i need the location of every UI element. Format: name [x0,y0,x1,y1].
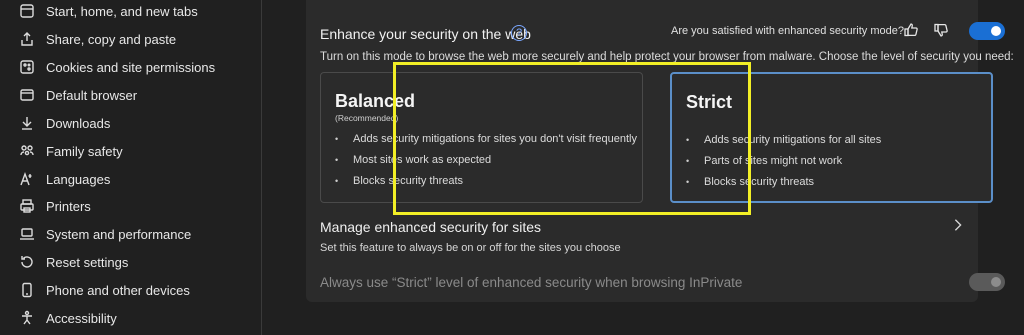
sidebar-item-downloads[interactable]: Downloads [0,110,260,136]
browser-icon [18,86,36,104]
thumbs-down-icon[interactable] [933,22,951,40]
sidebar-item-printers[interactable]: Printers [0,193,260,219]
manage-sites-title[interactable]: Manage enhanced security for sites [320,219,541,235]
help-icon[interactable]: ? [511,25,527,41]
sidebar-item-label: Start, home, and new tabs [46,3,198,19]
strict-highlight-box [393,62,751,215]
toggle-knob [991,277,1001,287]
feedback-question: Are you satisfied with enhanced security… [671,25,904,37]
sidebar-item-label: Phone and other devices [46,282,190,298]
sidebar-item-accessibility[interactable]: Accessibility [0,305,260,331]
toggle-knob [991,26,1001,36]
sidebar-item-share-copy-paste[interactable]: Share, copy and paste [0,26,260,52]
sidebar-item-cookies[interactable]: Cookies and site permissions [0,54,260,80]
phone-icon [18,281,36,299]
sidebar-item-label: Share, copy and paste [46,31,177,47]
family-icon [18,142,36,160]
sidebar-item-label: Printers [46,198,91,214]
sidebar-item-label: Languages [46,171,111,187]
sidebar-item-label: Accessibility [46,310,117,326]
inprivate-strict-label: Always use “Strict” level of enhanced se… [320,275,743,290]
inprivate-strict-toggle[interactable] [969,273,1005,291]
home-tabs-icon [18,2,36,20]
sidebar-item-label: Cookies and site permissions [46,59,216,75]
sidebar-item-label: Downloads [46,115,111,131]
sidebar-item-default-browser[interactable]: Default browser [0,82,260,108]
sidebar-item-phone-devices[interactable]: Phone and other devices [0,277,260,303]
share-icon [18,30,36,48]
sidebar-item-label: Default browser [46,87,138,103]
reset-icon [18,253,36,271]
sidebar-item-label: Family safety [46,143,123,159]
sidebar-item-reset-settings[interactable]: Reset settings [0,249,260,275]
manage-sites-description: Set this feature to always be on or off … [320,242,621,254]
download-icon [18,114,36,132]
sidebar-item-family-safety[interactable]: Family safety [0,138,260,164]
mode-subtitle: (Recommended) [335,113,399,123]
languages-icon [18,170,36,188]
sidebar-item-system-performance[interactable]: System and performance [0,221,260,247]
sidebar-item-label: Reset settings [46,254,129,270]
printer-icon [18,197,36,215]
cookies-icon [18,58,36,76]
sidebar-item-label: System and performance [46,226,192,242]
accessibility-icon [18,309,36,327]
settings-sidebar: Start, home, and new tabs Share, copy an… [0,0,262,335]
sidebar-item-start-home-tabs[interactable]: Start, home, and new tabs [0,0,260,24]
enhanced-security-title: Enhance your security on the web [320,26,531,42]
sidebar-item-languages[interactable]: Languages [0,166,260,192]
enhanced-security-toggle[interactable] [969,22,1005,40]
chevron-right-icon[interactable] [951,218,967,234]
laptop-icon [18,225,36,243]
thumbs-up-icon[interactable] [903,22,921,40]
